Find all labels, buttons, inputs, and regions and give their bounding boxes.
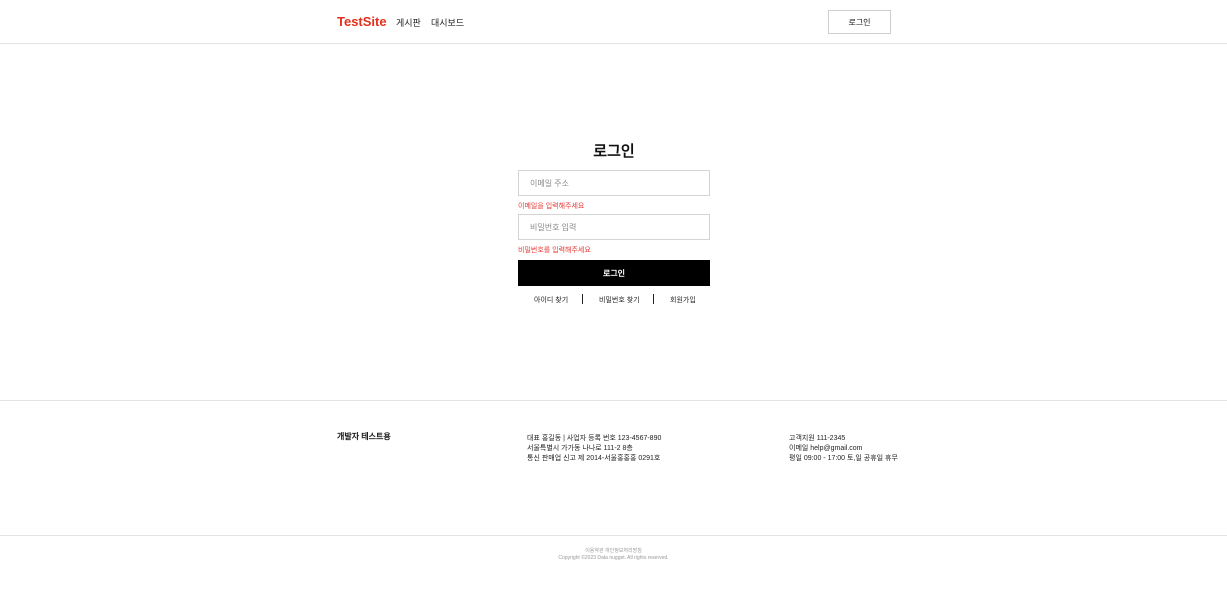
account-links: 아이디 찾기 비밀번호 찾기 회원가입 (518, 294, 710, 304)
password-error-message: 비밀번호를 입력해주세요 (518, 247, 591, 254)
link-divider (582, 294, 583, 304)
password-input[interactable] (518, 214, 710, 240)
login-title: 로그인 (593, 143, 635, 160)
copyright-text: Copyright ©2023 Data nugget. All rights … (558, 555, 669, 561)
signup-link[interactable]: 회원가입 (670, 295, 696, 305)
footer-bottom-divider (0, 535, 1227, 536)
footer-brand: 개발자 테스트용 (337, 432, 391, 441)
email-error-message: 이메일을 입력해주세요 (518, 203, 585, 210)
header-login-button[interactable]: 로그인 (828, 10, 891, 34)
site-header: TestSite 게시판 대시보드 로그인 (0, 0, 1227, 44)
company-info-line: 서울특별시 가가동 나나로 111-2 8층 (527, 445, 633, 452)
nav-item-dashboard[interactable]: 대시보드 (431, 16, 464, 29)
company-info-line: 대표 홍길동 | 사업자 등록 번호 123-4567-890 (527, 435, 662, 442)
legal-links[interactable]: 이용약관 개인정보처리방침 (0, 548, 1227, 555)
site-logo[interactable]: TestSite (337, 14, 387, 29)
footer-legal: 이용약관 개인정보처리방침 Copyright ©2023 Data nugge… (0, 548, 1227, 562)
company-info-line: 통신 판매업 신고 제 2014-서울홍홍홍 0291호 (527, 455, 661, 462)
footer-divider (0, 400, 1227, 401)
support-info-line: 평일 09:00 - 17:00 토,일 공휴일 휴무 (789, 455, 898, 462)
support-info-line: 이메일 help@gmail.com (789, 445, 863, 452)
company-info: 대표 홍길동 | 사업자 등록 번호 123-4567-890 서울특별시 가가… (527, 434, 661, 464)
link-divider (653, 294, 654, 304)
nav-item-board[interactable]: 게시판 (396, 16, 421, 29)
find-password-link[interactable]: 비밀번호 찾기 (599, 295, 640, 305)
support-info-line: 고객지원 111-2345 (789, 435, 846, 442)
email-input[interactable] (518, 170, 710, 196)
support-info: 고객지원 111-2345 이메일 help@gmail.com 평일 09:0… (789, 434, 898, 464)
find-id-link[interactable]: 아이디 찾기 (534, 295, 568, 305)
login-submit-button[interactable]: 로그인 (518, 260, 710, 286)
